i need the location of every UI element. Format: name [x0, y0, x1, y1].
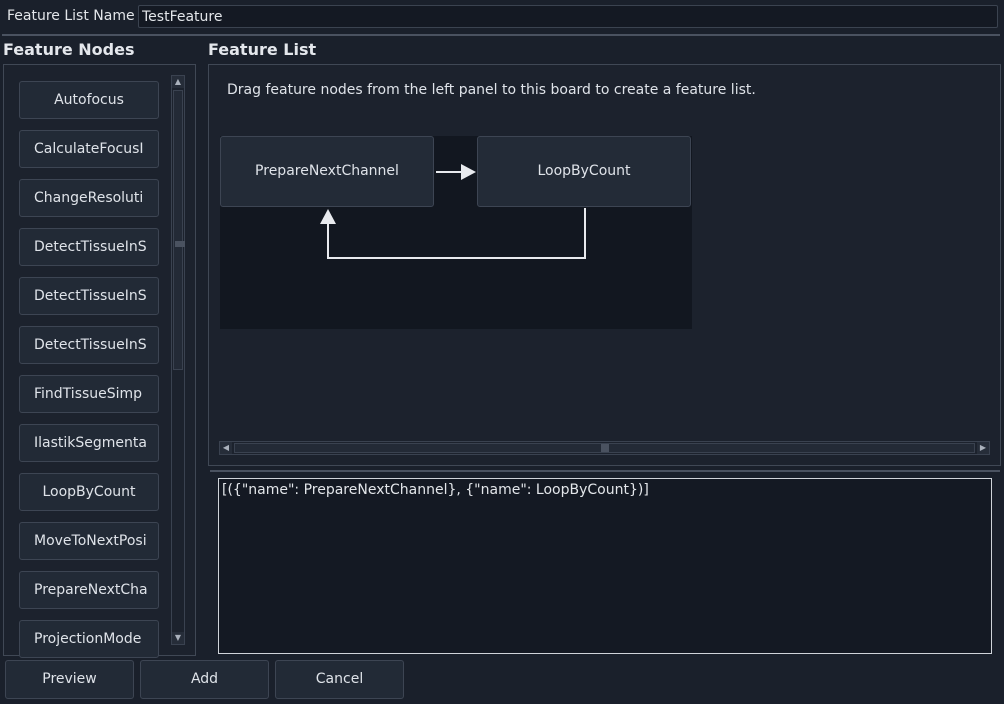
board-horizontal-scrollbar[interactable]: ◀ ▶: [219, 441, 990, 455]
top-divider: [2, 34, 1000, 36]
feature-list-title: Feature List: [208, 40, 317, 59]
flow-node-loop-by-count[interactable]: LoopByCount: [477, 136, 691, 207]
node-button[interactable]: CalculateFocusI: [19, 130, 159, 168]
node-button[interactable]: DetectTissueInS: [19, 228, 159, 266]
node-button[interactable]: MoveToNextPosi: [19, 522, 159, 560]
node-button[interactable]: DetectTissueInS: [19, 326, 159, 364]
flow-node-prepare-next-channel[interactable]: PrepareNextChannel: [220, 136, 434, 207]
arrow-down-icon[interactable]: ▼: [172, 632, 184, 644]
add-button[interactable]: Add: [140, 660, 269, 699]
scrollbar-thumb[interactable]: [234, 443, 975, 453]
arrow-left-icon[interactable]: ◀: [220, 442, 232, 454]
board-divider: [210, 470, 1000, 472]
feature-nodes-panel: Autofocus CalculateFocusI ChangeResoluti…: [3, 64, 196, 658]
feature-list-json-output[interactable]: [({"name": PrepareNextChannel}, {"name":…: [218, 478, 992, 654]
arrow-up-icon[interactable]: ▲: [172, 76, 184, 88]
node-button[interactable]: LoopByCount: [19, 473, 159, 511]
scrollbar-thumb[interactable]: [173, 90, 185, 370]
preview-button[interactable]: Preview: [5, 660, 134, 699]
node-button[interactable]: DetectTissueInS: [19, 277, 159, 315]
cancel-button[interactable]: Cancel: [275, 660, 404, 699]
node-button[interactable]: ChangeResoluti: [19, 179, 159, 217]
node-button[interactable]: Autofocus: [19, 81, 159, 119]
nodes-vertical-scrollbar[interactable]: ▲ ▼: [171, 75, 185, 645]
scrollbar-grip: [175, 241, 185, 247]
feature-list-name-label: Feature List Name: [7, 8, 135, 24]
node-button[interactable]: PrepareNextCha: [19, 571, 159, 609]
feature-list-name-input[interactable]: [138, 5, 998, 28]
node-button[interactable]: IlastikSegmenta: [19, 424, 159, 462]
scrollbar-grip: [601, 444, 609, 452]
feature-nodes-title: Feature Nodes: [3, 40, 135, 59]
arrow-right-icon[interactable]: ▶: [977, 442, 989, 454]
node-button[interactable]: FindTissueSimp: [19, 375, 159, 413]
board-hint-text: Drag feature nodes from the left panel t…: [227, 82, 756, 98]
feature-list-board[interactable]: Drag feature nodes from the left panel t…: [208, 64, 1001, 466]
node-button[interactable]: ProjectionMode: [19, 620, 159, 658]
flow-canvas[interactable]: PrepareNextChannel LoopByCount: [220, 136, 692, 329]
